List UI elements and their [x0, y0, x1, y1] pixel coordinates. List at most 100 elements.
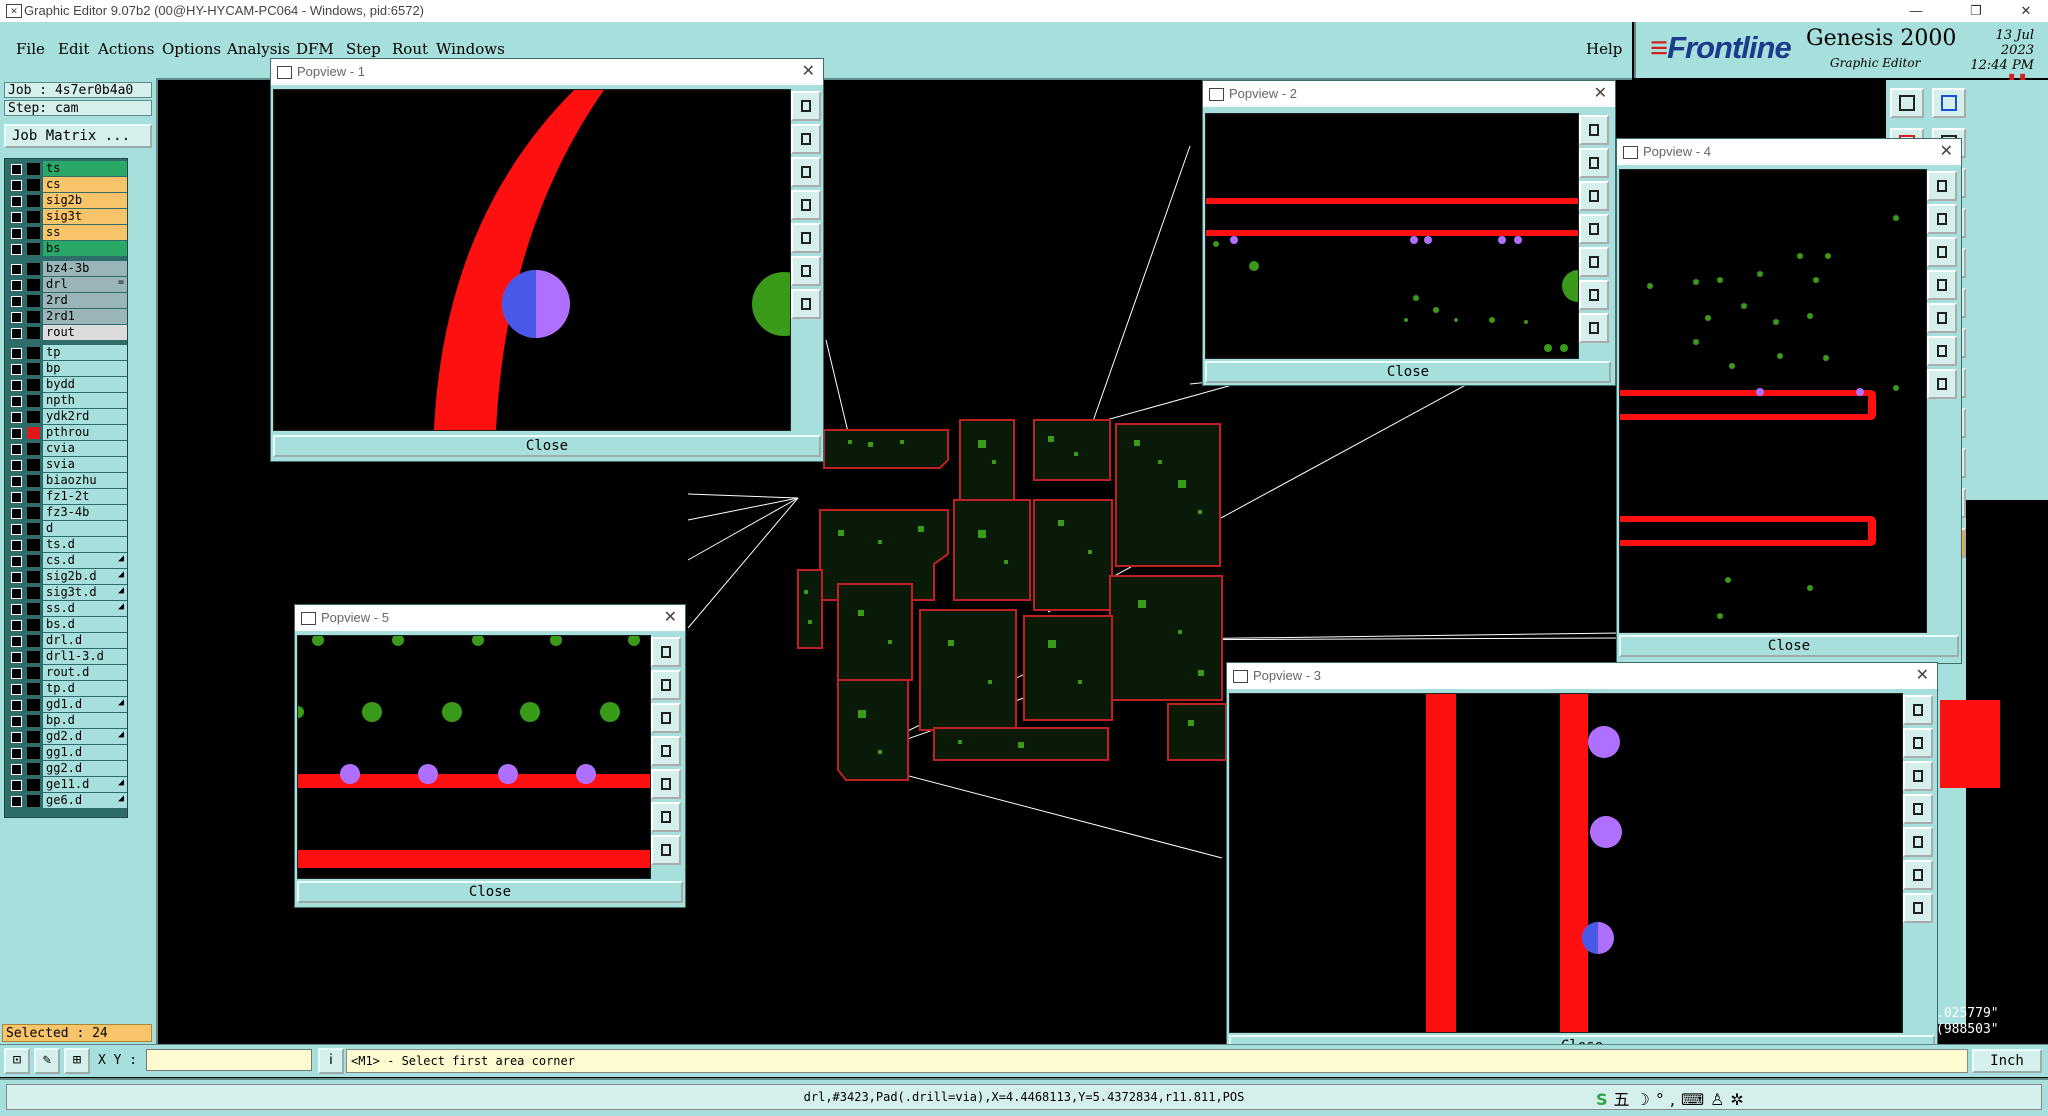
- layer-row[interactable]: svia: [5, 457, 127, 473]
- left-icon[interactable]: [1579, 214, 1609, 244]
- layer-name[interactable]: cs.d: [43, 553, 127, 568]
- layer-row[interactable]: drl =: [5, 277, 127, 293]
- layer-checkbox[interactable]: [11, 312, 22, 323]
- layer-row[interactable]: pthrou: [5, 425, 127, 441]
- layer-checkbox[interactable]: [11, 572, 22, 583]
- popview-5[interactable]: Popview - 5 ✕ Close: [294, 604, 686, 908]
- punctuation-icon[interactable]: °,: [1656, 1090, 1681, 1109]
- menu-windows[interactable]: Windows: [436, 40, 505, 58]
- layer-checkbox[interactable]: [11, 652, 22, 663]
- layer-color-swatch[interactable]: [27, 395, 40, 407]
- popview-4-close-icon[interactable]: ✕: [1940, 139, 1953, 165]
- layer-color-swatch[interactable]: [27, 475, 40, 487]
- window-close-button[interactable]: ✕: [2004, 0, 2048, 22]
- layer-name[interactable]: bp.d: [43, 713, 127, 728]
- layer-name[interactable]: tp.d: [43, 681, 127, 696]
- layer-row[interactable]: sig2b.d ◢: [5, 569, 127, 585]
- layer-row[interactable]: ss: [5, 225, 127, 241]
- layer-name[interactable]: sig2b: [43, 193, 127, 208]
- layer-color-swatch[interactable]: [27, 411, 40, 423]
- layer-name[interactable]: biaozhu: [43, 473, 127, 488]
- menu-actions[interactable]: Actions: [98, 40, 154, 58]
- layer-checkbox[interactable]: [11, 684, 22, 695]
- layer-down-icon[interactable]: [1927, 237, 1957, 267]
- layer-color-swatch[interactable]: [27, 163, 40, 175]
- layer-name[interactable]: ge6.d: [43, 793, 127, 808]
- popview-1-header[interactable]: Popview - 1 ✕: [271, 59, 823, 85]
- layer-color-swatch[interactable]: [27, 211, 40, 223]
- ime-icon[interactable]: S: [1596, 1090, 1614, 1109]
- menu-dfm[interactable]: DFM: [296, 40, 334, 58]
- zoom-fit-icon[interactable]: [1927, 336, 1957, 366]
- layer-name[interactable]: bp: [43, 361, 127, 376]
- popview-4-viewport[interactable]: [1619, 169, 1927, 633]
- layer-color-swatch[interactable]: [27, 779, 40, 791]
- menu-file[interactable]: File: [16, 40, 45, 58]
- layer-checkbox[interactable]: [11, 380, 22, 391]
- restore-button[interactable]: ❐: [1954, 0, 1998, 22]
- screen-icon[interactable]: ⊡: [4, 1048, 30, 1074]
- layer-name[interactable]: bs: [43, 241, 127, 256]
- units-button[interactable]: Inch: [1972, 1049, 2042, 1073]
- layer-row[interactable]: fz1-2t: [5, 489, 127, 505]
- layer-checkbox[interactable]: [11, 668, 22, 679]
- layer-checkbox[interactable]: [11, 228, 22, 239]
- layer-up-icon[interactable]: [651, 670, 681, 700]
- layer-name[interactable]: 2rd1: [43, 309, 127, 324]
- layer-up-icon[interactable]: [1903, 728, 1933, 758]
- layer-name[interactable]: gd2.d: [43, 729, 127, 744]
- zoom-all-icon[interactable]: [1927, 369, 1957, 399]
- edit-icon[interactable]: ✎: [34, 1048, 60, 1074]
- layer-row[interactable]: fz3-4b: [5, 505, 127, 521]
- copy-view-icon[interactable]: [1579, 115, 1609, 145]
- popview-3[interactable]: Popview - 3 ✕ Close: [1226, 662, 1938, 1060]
- popview-2-close-icon[interactable]: ✕: [1594, 81, 1607, 107]
- layer-row[interactable]: 2rd1: [5, 309, 127, 325]
- layer-name[interactable]: fz3-4b: [43, 505, 127, 520]
- layer-checkbox[interactable]: [11, 348, 22, 359]
- layer-name[interactable]: gg2.d: [43, 761, 127, 776]
- layer-checkbox[interactable]: [11, 620, 22, 631]
- layer-row[interactable]: cs: [5, 177, 127, 193]
- job-matrix-button[interactable]: Job Matrix ...: [4, 124, 152, 148]
- layer-row[interactable]: sig2b: [5, 193, 127, 209]
- layer-checkbox[interactable]: [11, 412, 22, 423]
- right-icon[interactable]: [791, 223, 821, 253]
- layer-color-swatch[interactable]: [27, 459, 40, 471]
- layer-checkbox[interactable]: [11, 428, 22, 439]
- right-icon[interactable]: [1927, 303, 1957, 333]
- layer-name[interactable]: ge11.d: [43, 777, 127, 792]
- layer-name[interactable]: npth: [43, 393, 127, 408]
- layer-checkbox[interactable]: [11, 780, 22, 791]
- copy-view-icon[interactable]: [1903, 695, 1933, 725]
- copy-view-icon[interactable]: [651, 637, 681, 667]
- layer-checkbox[interactable]: [11, 280, 22, 291]
- layer-row[interactable]: sig3t.d ◢: [5, 585, 127, 601]
- layer-color-swatch[interactable]: [27, 279, 40, 291]
- layer-row[interactable]: bs.d: [5, 617, 127, 633]
- layer-row[interactable]: 2rd: [5, 293, 127, 309]
- copy-view-icon[interactable]: [791, 91, 821, 121]
- layer-name[interactable]: cvia: [43, 441, 127, 456]
- popview-1-close-icon[interactable]: ✕: [802, 59, 815, 85]
- layer-color-swatch[interactable]: [27, 555, 40, 567]
- layer-color-swatch[interactable]: [27, 603, 40, 615]
- layer-row[interactable]: bp: [5, 361, 127, 377]
- layer-row[interactable]: cvia: [5, 441, 127, 457]
- popview-2-close-button[interactable]: Close: [1205, 361, 1611, 383]
- layer-name[interactable]: rout: [43, 325, 127, 340]
- layer-checkbox[interactable]: [11, 492, 22, 503]
- popview-2-viewport[interactable]: [1205, 113, 1579, 359]
- layer-name[interactable]: ydk2rd: [43, 409, 127, 424]
- grid-icon[interactable]: ⊞: [64, 1048, 90, 1074]
- popview-5-close-icon[interactable]: ✕: [664, 605, 677, 631]
- layer-color-swatch[interactable]: [27, 347, 40, 359]
- layer-name[interactable]: drl: [43, 277, 127, 292]
- menu-help[interactable]: Help: [1586, 40, 1622, 58]
- zoom-fit-icon[interactable]: [791, 256, 821, 286]
- layer-row[interactable]: tp: [5, 345, 127, 361]
- user-icon[interactable]: ♙: [1710, 1090, 1730, 1109]
- layer-row[interactable]: gd1.d ◢: [5, 697, 127, 713]
- layer-row[interactable]: bydd: [5, 377, 127, 393]
- layer-row[interactable]: drl.d: [5, 633, 127, 649]
